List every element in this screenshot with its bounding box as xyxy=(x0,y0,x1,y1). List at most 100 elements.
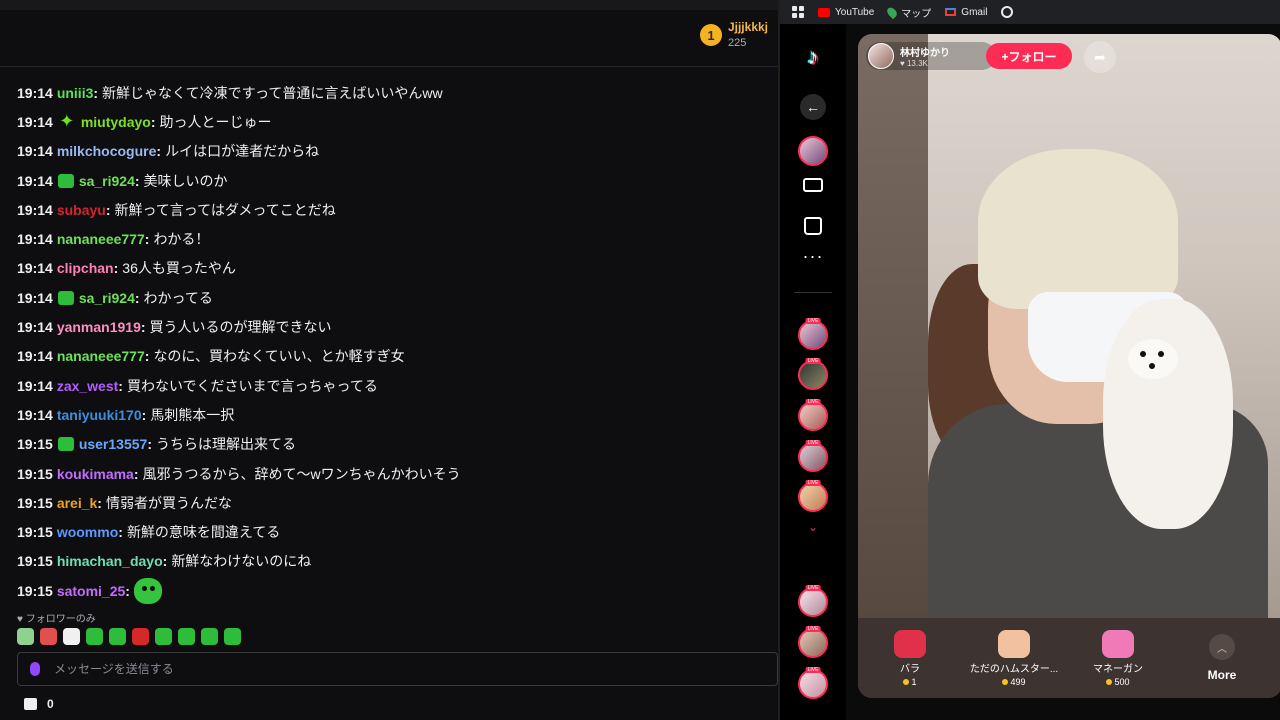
message-time: 19:14 xyxy=(17,319,53,336)
emote-icon[interactable] xyxy=(224,628,241,645)
message-text: 美味しいのか xyxy=(143,172,228,189)
follow-button[interactable]: +フォロー xyxy=(986,43,1072,69)
message-username[interactable]: himachan_dayo xyxy=(57,553,163,569)
gift-item[interactable]: マネーガン 500 xyxy=(1066,629,1170,687)
live-channel-avatar[interactable] xyxy=(798,320,828,350)
emote-icon[interactable] xyxy=(17,628,34,645)
gift-badge-icon[interactable] xyxy=(57,437,74,452)
live-channel-avatar[interactable] xyxy=(798,401,828,431)
gift-item[interactable]: ただのハムスター... 499 xyxy=(962,629,1066,687)
live-channel-avatar[interactable] xyxy=(798,482,828,512)
share-arrow-icon[interactable]: ➦ xyxy=(1084,41,1116,73)
live-channel-avatar[interactable] xyxy=(798,587,828,617)
message-username[interactable]: uniii3 xyxy=(57,85,94,101)
bookmark-maps-label: マップ xyxy=(901,8,932,20)
message-time: 19:15 xyxy=(17,494,53,511)
message-username[interactable]: clipchan xyxy=(57,260,114,276)
leader-points: 225 xyxy=(727,37,747,49)
message-text: 新鮮の意味を間違えてる xyxy=(126,524,281,541)
gift-badge-icon[interactable] xyxy=(57,290,74,305)
host-info[interactable]: 林村ゆかり ♥ 13.3K xyxy=(866,42,996,70)
mic-icon[interactable] xyxy=(30,662,40,676)
chat-message: 19:15 user13557: うちらは理解出来てる xyxy=(17,430,767,459)
emote-icon[interactable] xyxy=(132,628,149,645)
youtube-icon xyxy=(818,7,830,17)
message-username[interactable]: miutydayo xyxy=(81,114,151,130)
emote-icon[interactable] xyxy=(201,628,218,645)
message-username[interactable]: nananeee777 xyxy=(57,348,145,364)
bookmark-gmail-label: Gmail xyxy=(961,6,988,18)
bookmark-gmail[interactable]: Gmail xyxy=(945,7,987,18)
emote-icon[interactable] xyxy=(155,628,172,645)
bookmarks-bar: YouTube マップ Gmail xyxy=(780,0,1280,24)
message-username[interactable]: koukimama xyxy=(57,466,134,482)
message-username[interactable]: satomi_25 xyxy=(57,583,125,599)
profile-avatar[interactable] xyxy=(798,136,828,166)
live-channel-avatar[interactable] xyxy=(798,360,828,390)
more-gifts-button[interactable]: ︿ More xyxy=(1170,634,1274,682)
channel-points[interactable]: 0 xyxy=(24,697,54,711)
message-username[interactable]: yanman1919 xyxy=(57,319,141,335)
spark-badge-icon[interactable]: ✦ xyxy=(58,111,76,131)
chevron-down-icon[interactable]: ⌄ xyxy=(808,520,818,534)
chat-message: 19:15 woommo: 新鮮の意味を間違えてる xyxy=(17,517,767,546)
message-username[interactable]: woommo xyxy=(57,524,118,540)
emote-icon[interactable] xyxy=(86,628,103,645)
sidebar-divider xyxy=(794,292,832,293)
bookmark-youtube[interactable]: YouTube xyxy=(818,7,874,18)
message-username[interactable]: taniyuuki170 xyxy=(57,407,142,423)
message-time: 19:14 xyxy=(17,377,53,394)
leaderboard-top-user[interactable]: 1 Jjjjkkkj 225 xyxy=(699,20,768,49)
message-username[interactable]: subayu xyxy=(57,202,106,218)
live-stream-frame[interactable]: 林村ゆかり ♥ 13.3K +フォロー ➦ バラ 1 ただのハムスター... 499 マ… xyxy=(858,34,1280,698)
maps-icon xyxy=(885,5,900,19)
gift-item[interactable]: バラ 1 xyxy=(858,629,962,687)
gmail-icon xyxy=(945,8,957,16)
chat-message-input[interactable] xyxy=(54,662,654,676)
message-username[interactable]: sa_ri924 xyxy=(79,173,135,189)
home-icon[interactable] xyxy=(804,217,822,235)
more-dots-icon[interactable]: ··· xyxy=(803,246,824,267)
message-separator: : xyxy=(97,494,102,511)
emote-icon[interactable] xyxy=(178,628,195,645)
message-time: 19:14 xyxy=(17,84,53,101)
message-time: 19:14 xyxy=(17,113,53,130)
message-text: 助っ人とーじゅー xyxy=(159,113,272,130)
live-channel-avatar[interactable] xyxy=(798,669,828,699)
browser-pane: YouTube マップ Gmail ♪ ← ··· ⌄ xyxy=(778,0,1280,720)
tiktok-logo-icon[interactable]: ♪ xyxy=(808,44,819,70)
back-arrow-icon[interactable]: ← xyxy=(800,94,826,120)
video-dog-face xyxy=(1128,339,1178,379)
message-username[interactable]: zax_west xyxy=(57,378,118,394)
message-text: 新鮮なわけないのにね xyxy=(171,553,312,570)
message-username[interactable]: nananeee777 xyxy=(57,231,145,247)
message-username[interactable]: milkchocogure xyxy=(57,143,157,159)
video-camera-icon[interactable] xyxy=(803,178,823,192)
channel-points-value: 0 xyxy=(47,697,54,711)
emote-icon[interactable] xyxy=(40,628,57,645)
message-time: 19:14 xyxy=(17,406,53,423)
emote-icon[interactable] xyxy=(109,628,126,645)
green-blob-emote xyxy=(133,577,162,604)
gift-badge-icon[interactable] xyxy=(57,173,74,188)
gift-name: バラ xyxy=(900,663,920,675)
apps-grid-icon[interactable] xyxy=(792,6,804,18)
globe-icon[interactable] xyxy=(1001,6,1014,18)
video-subject-hat xyxy=(978,149,1178,309)
host-avatar[interactable] xyxy=(868,43,894,69)
bookmark-maps[interactable]: マップ xyxy=(885,5,932,20)
gift-image-icon xyxy=(894,629,926,658)
coin-icon xyxy=(1002,678,1009,685)
message-username[interactable]: arei_k xyxy=(57,495,97,511)
message-username[interactable]: sa_ri924 xyxy=(79,290,135,306)
live-channel-avatar[interactable] xyxy=(798,442,828,472)
live-video[interactable] xyxy=(928,34,1280,618)
chat-input-box[interactable] xyxy=(17,652,778,686)
live-channel-avatar[interactable] xyxy=(798,628,828,658)
gift-price-value: 1 xyxy=(911,676,917,687)
message-text: わかってる xyxy=(143,289,213,306)
gift-name: マネーガン xyxy=(1093,663,1143,675)
message-username[interactable]: user13557 xyxy=(79,436,148,452)
emote-icon[interactable] xyxy=(63,628,80,645)
chat-message: 19:14 sa_ri924: わかってる xyxy=(17,283,767,312)
